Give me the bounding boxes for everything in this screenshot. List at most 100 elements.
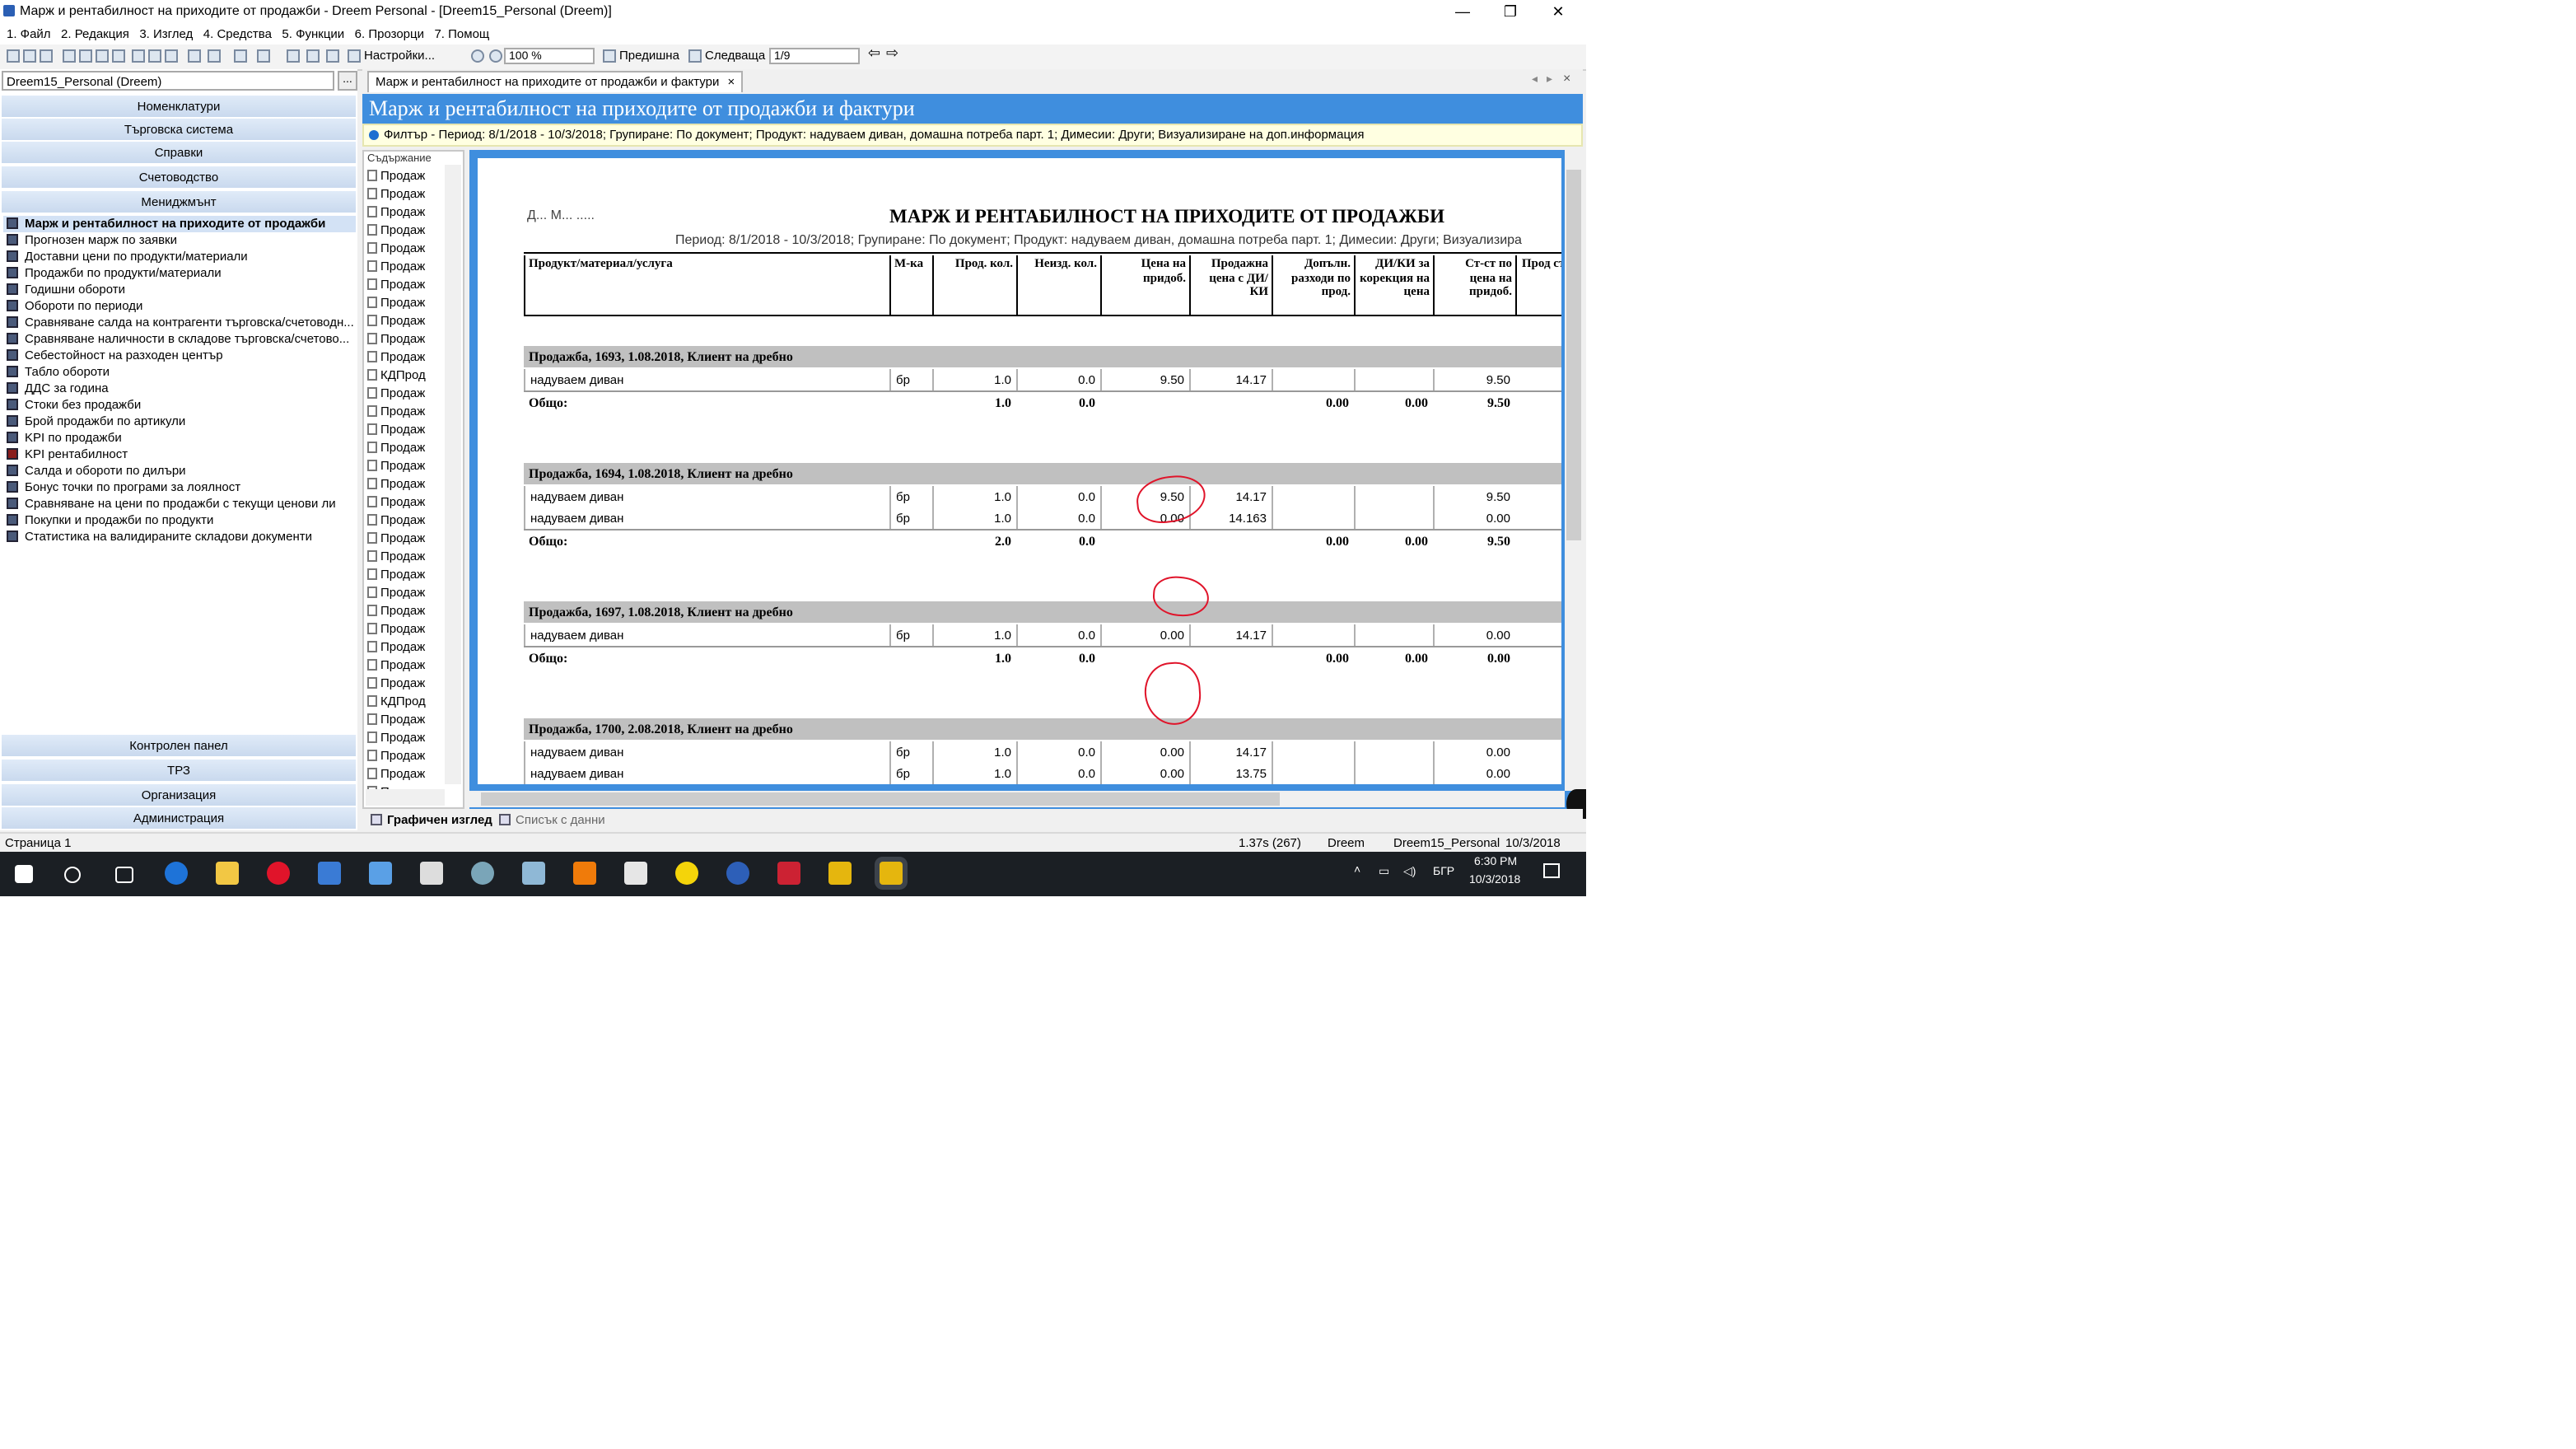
tab-graphic-view[interactable]: Графичен изглед <box>369 811 492 829</box>
network-icon[interactable]: ▭ <box>1379 865 1389 878</box>
toc-horizontal-scrollbar[interactable] <box>366 789 445 806</box>
prev-page-icon[interactable] <box>603 49 616 63</box>
list-item[interactable]: Салда и обороти по дилъри <box>3 463 356 479</box>
dreem-taskbar-icon[interactable] <box>880 862 903 885</box>
menu-help[interactable]: 7. Помощ <box>434 23 489 44</box>
menu-view[interactable]: 3. Изглед <box>139 23 193 44</box>
volume-icon[interactable]: ◁) <box>1403 865 1416 878</box>
list-item[interactable]: ДДС за година <box>3 381 356 397</box>
clock-date[interactable]: 10/3/2018 <box>1469 875 1520 886</box>
layout2-icon[interactable] <box>306 49 320 63</box>
copy-icon[interactable] <box>79 49 92 63</box>
nav-section-management[interactable]: Мениджмънт <box>2 191 356 214</box>
filter-icon[interactable] <box>188 49 201 63</box>
word-icon[interactable] <box>726 862 749 885</box>
notifications-icon[interactable] <box>1543 863 1560 878</box>
tab-data-list[interactable]: Списък с данни <box>497 811 605 829</box>
save-icon[interactable] <box>40 49 53 63</box>
list-item[interactable]: Себестойност на разходен център <box>3 348 356 364</box>
list-item[interactable]: Продажби по продукти/материали <box>3 265 356 282</box>
layout3-icon[interactable] <box>326 49 339 63</box>
store-icon[interactable] <box>318 862 341 885</box>
app-icon[interactable] <box>522 862 545 885</box>
calculator-icon[interactable] <box>420 862 443 885</box>
export-icon[interactable] <box>234 49 247 63</box>
database-browse-button[interactable]: ... <box>338 71 357 91</box>
settings-button[interactable]: Настройки... <box>364 48 435 63</box>
open-icon[interactable] <box>23 49 36 63</box>
menu-tools[interactable]: 4. Средства <box>203 23 272 44</box>
list-item[interactable]: KPI по продажби <box>3 430 356 446</box>
list-item[interactable]: Стоки без продажби <box>3 397 356 414</box>
document-tab[interactable]: Марж и рентабилност на приходите от прод… <box>367 71 744 92</box>
page-combo[interactable]: 1/9 <box>769 48 860 64</box>
remote-desktop-icon[interactable] <box>369 862 392 885</box>
list-item[interactable]: Прогнозен марж по заявки <box>3 232 356 249</box>
print-icon[interactable] <box>132 49 145 63</box>
tab-scroll-right-icon[interactable]: ▸ <box>1547 72 1552 86</box>
minimize-button[interactable]: — <box>1438 0 1487 23</box>
report-vertical-scroll-thumb[interactable] <box>1566 170 1581 540</box>
next-page-icon[interactable] <box>688 49 702 63</box>
start-icon[interactable] <box>15 865 33 883</box>
list-item[interactable]: Покупки и продажби по продукти <box>3 512 356 529</box>
settings-icon[interactable] <box>348 49 361 63</box>
search-icon[interactable] <box>64 867 81 883</box>
nav-section-administration[interactable]: Администрация <box>2 807 356 830</box>
menu-file[interactable]: 1. Файл <box>7 23 51 44</box>
menu-edit[interactable]: 2. Редакция <box>61 23 129 44</box>
opera-icon[interactable] <box>267 862 290 885</box>
find-icon[interactable] <box>165 49 178 63</box>
zoom-out-icon[interactable] <box>489 49 502 63</box>
new-icon[interactable] <box>7 49 20 63</box>
forward-arrow-icon[interactable]: ⇨ <box>886 44 898 63</box>
list-item[interactable]: Годишни обороти <box>3 282 356 298</box>
back-arrow-icon[interactable]: ⇦ <box>868 44 880 63</box>
prev-page-button[interactable]: Предишна <box>619 48 679 63</box>
tab-scroll-left-icon[interactable]: ◂ <box>1532 72 1538 86</box>
menu-functions[interactable]: 5. Функции <box>282 23 344 44</box>
file-explorer-icon[interactable] <box>216 862 239 885</box>
next-page-button[interactable]: Следваща <box>705 48 765 63</box>
list-item[interactable]: Сравняване на цени по продажби с текущи … <box>3 496 356 512</box>
restore-button[interactable]: ❐ <box>1486 0 1535 23</box>
edge-icon[interactable] <box>165 862 188 885</box>
nav-section-control-panel[interactable]: Контролен панел <box>2 735 356 758</box>
list-item[interactable]: Доставни цени по продукти/материали <box>3 249 356 265</box>
cut-icon[interactable] <box>63 49 76 63</box>
report-horizontal-scroll-thumb[interactable] <box>481 792 1280 806</box>
preview-icon[interactable] <box>148 49 161 63</box>
list-item[interactable]: Обороти по периоди <box>3 298 356 315</box>
nav-section-reports[interactable]: Справки <box>2 142 356 165</box>
app-icon[interactable] <box>777 862 800 885</box>
list-item[interactable]: Брой продажби по артикули <box>3 414 356 430</box>
nav-section-organization[interactable]: Организация <box>2 784 356 807</box>
shield-icon[interactable] <box>624 862 647 885</box>
list-item[interactable]: KPI рентабилност <box>3 446 356 463</box>
close-button[interactable]: ✕ <box>1533 0 1583 23</box>
menu-windows[interactable]: 6. Прозорци <box>355 23 424 44</box>
list-item[interactable]: Марж и рентабилност на приходите от прод… <box>3 216 356 232</box>
nav-section-trade[interactable]: Търговска система <box>2 119 356 142</box>
list-item[interactable]: Статистика на валидираните складови доку… <box>3 529 356 545</box>
nav-section-payroll[interactable]: ТРЗ <box>2 760 356 783</box>
task-view-icon[interactable] <box>115 867 133 883</box>
tab-close-icon[interactable]: × <box>728 74 735 89</box>
app-icon[interactable] <box>828 862 852 885</box>
layout1-icon[interactable] <box>287 49 300 63</box>
paste-icon[interactable] <box>96 49 109 63</box>
tab-close-all-icon[interactable]: × <box>1563 71 1570 86</box>
list-item[interactable]: Сравняване салда на контрагенти търговск… <box>3 315 356 331</box>
zoom-in-icon[interactable] <box>471 49 484 63</box>
tray-chevron-icon[interactable]: ˄ <box>1354 865 1360 876</box>
excel-icon[interactable] <box>257 49 270 63</box>
delete-icon[interactable] <box>112 49 125 63</box>
toc-scrollbar[interactable] <box>445 165 461 784</box>
app-icon[interactable] <box>471 862 494 885</box>
language-indicator[interactable]: БГР <box>1433 867 1454 878</box>
clock-time[interactable]: 6:30 PM <box>1474 857 1517 868</box>
nav-section-nomenclatures[interactable]: Номенклатури <box>2 96 356 119</box>
nav-section-accounting[interactable]: Счетоводство <box>2 166 356 189</box>
refresh-icon[interactable] <box>208 49 221 63</box>
list-item[interactable]: Табло обороти <box>3 364 356 381</box>
